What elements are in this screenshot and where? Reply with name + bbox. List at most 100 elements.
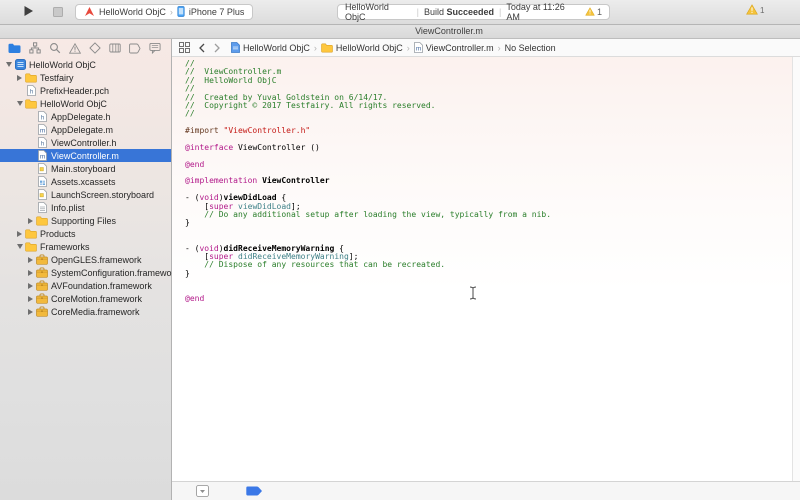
tab-title[interactable]: ViewController.m — [415, 26, 483, 36]
toolbar: HelloWorld ObjC › iPhone 7 Plus HelloWor… — [0, 0, 800, 25]
tree-item-label: AVFoundation.framework — [51, 281, 152, 291]
breakpoint-navigator-icon[interactable] — [128, 42, 141, 55]
divider: | — [499, 7, 501, 17]
issue-navigator-icon[interactable] — [68, 42, 81, 55]
code-line[interactable]: @interface ViewController () — [185, 144, 793, 152]
tree-item-label: Supporting Files — [51, 216, 116, 226]
tree-item-label: HelloWorld ObjC — [40, 99, 107, 109]
file-h-icon: h — [24, 85, 38, 96]
file-m-icon: m — [35, 150, 49, 161]
code-area[interactable]: //// ViewController.m// HelloWorld ObjC/… — [172, 57, 793, 481]
code-line[interactable]: // Dispose of any resources that can be … — [185, 261, 793, 269]
navigator-sidebar: HelloWorld ObjCTestfairyhPrefixHeader.pc… — [0, 39, 172, 500]
disclosure-triangle-icon[interactable] — [15, 244, 24, 249]
symbol-navigator-icon[interactable] — [28, 42, 41, 55]
code-line[interactable]: @implementation ViewController — [185, 177, 793, 185]
warning-count: 1 — [597, 7, 602, 17]
code-line[interactable]: // HelloWorld ObjC — [185, 77, 793, 85]
project-navigator-tree: HelloWorld ObjCTestfairyhPrefixHeader.pc… — [0, 57, 171, 318]
tree-item[interactable]: Main.storyboard — [0, 162, 171, 175]
vertical-scrollbar[interactable] — [792, 57, 800, 481]
breadcrumb-item[interactable]: mViewController.m — [414, 42, 494, 53]
warning-triangle-icon — [585, 7, 595, 18]
code-line[interactable] — [185, 228, 793, 236]
disclosure-triangle-icon[interactable] — [15, 75, 24, 81]
divider: | — [417, 7, 419, 17]
disclosure-triangle-icon[interactable] — [26, 218, 35, 224]
run-button[interactable] — [19, 4, 37, 20]
debug-area-toggle-icon[interactable] — [196, 485, 209, 497]
code-line[interactable]: // Copyright © 2017 Testfairy. All right… — [185, 102, 793, 110]
chevron-right-icon: › — [170, 7, 173, 17]
code-line[interactable]: // Do any additional setup after loading… — [185, 211, 793, 219]
forward-button[interactable] — [214, 43, 220, 53]
report-navigator-icon[interactable] — [148, 42, 161, 55]
debug-navigator-icon[interactable] — [108, 42, 121, 55]
project-icon — [13, 59, 27, 70]
disclosure-triangle-icon[interactable] — [4, 62, 13, 67]
disclosure-triangle-icon[interactable] — [26, 257, 35, 263]
device-icon — [177, 6, 185, 19]
tree-item[interactable]: Products — [0, 227, 171, 240]
toolbar-warning-indicator[interactable]: 1 — [746, 4, 764, 17]
tree-item[interactable]: Info.plist — [0, 201, 171, 214]
tree-item[interactable]: hViewController.h — [0, 136, 171, 149]
file-m-icon: m — [414, 42, 423, 53]
breadcrumb-item[interactable]: HelloWorld ObjC — [231, 42, 310, 53]
tree-item[interactable]: CoreMedia.framework — [0, 305, 171, 318]
code-line[interactable]: // — [185, 110, 793, 118]
scheme-selector[interactable]: HelloWorld ObjC › iPhone 7 Plus — [75, 4, 253, 20]
tree-item-label: OpenGLES.framework — [51, 255, 142, 265]
warning-count: 1 — [760, 6, 764, 15]
tree-item[interactable]: Testfairy — [0, 71, 171, 84]
disclosure-triangle-icon[interactable] — [26, 270, 35, 276]
status-warning[interactable]: 1 — [585, 7, 602, 18]
tree-item[interactable]: hAppDelegate.h — [0, 110, 171, 123]
tree-item[interactable]: Supporting Files — [0, 214, 171, 227]
code-line[interactable] — [185, 287, 793, 295]
stop-button[interactable] — [49, 4, 67, 20]
disclosure-triangle-icon[interactable] — [26, 283, 35, 289]
source-editor: HelloWorld ObjC›HelloWorld ObjC›mViewCon… — [172, 39, 800, 500]
jump-bar: HelloWorld ObjC›HelloWorld ObjC›mViewCon… — [172, 39, 800, 57]
tree-item[interactable]: LaunchScreen.storyboard — [0, 188, 171, 201]
tree-item[interactable]: HelloWorld ObjC — [0, 58, 171, 71]
tree-item[interactable]: hPrefixHeader.pch — [0, 84, 171, 97]
xcassets-icon — [35, 176, 49, 187]
tree-item[interactable]: Assets.xcassets — [0, 175, 171, 188]
disclosure-triangle-icon[interactable] — [26, 296, 35, 302]
find-navigator-icon[interactable] — [48, 42, 61, 55]
project-navigator-icon[interactable] — [8, 42, 21, 55]
code-line[interactable]: } — [185, 219, 793, 227]
chevron-right-icon: › — [314, 43, 317, 53]
breadcrumb: HelloWorld ObjC›HelloWorld ObjC›mViewCon… — [231, 42, 556, 53]
code-line[interactable]: @end — [185, 161, 793, 169]
code-line[interactable]: @end — [185, 295, 793, 303]
tree-item[interactable]: HelloWorld ObjC — [0, 97, 171, 110]
test-navigator-icon[interactable] — [88, 42, 101, 55]
breakpoint-tag-icon[interactable] — [246, 486, 263, 496]
breadcrumb-item[interactable]: HelloWorld ObjC — [321, 43, 403, 53]
tree-item[interactable]: mAppDelegate.m — [0, 123, 171, 136]
tree-item[interactable]: OpenGLES.framework — [0, 253, 171, 266]
framework-icon — [35, 293, 49, 304]
code-line[interactable]: #import "ViewController.h" — [185, 127, 793, 135]
disclosure-triangle-icon[interactable] — [15, 231, 24, 237]
tree-item-label: ViewController.h — [51, 138, 116, 148]
tree-item-label: Frameworks — [40, 242, 90, 252]
tree-item[interactable]: mViewController.m — [0, 149, 171, 162]
tree-item[interactable]: Frameworks — [0, 240, 171, 253]
code-line[interactable] — [185, 278, 793, 286]
related-items-icon[interactable] — [179, 42, 190, 53]
code-line[interactable]: } — [185, 270, 793, 278]
breadcrumb-item[interactable]: No Selection — [505, 43, 556, 53]
tree-item[interactable]: AVFoundation.framework — [0, 279, 171, 292]
status-time: Today at 11:26 AM — [506, 2, 580, 22]
disclosure-triangle-icon[interactable] — [15, 101, 24, 106]
tree-item[interactable]: CoreMotion.framework — [0, 292, 171, 305]
code-line[interactable] — [185, 152, 793, 160]
back-button[interactable] — [199, 43, 205, 53]
svg-text:m: m — [39, 154, 44, 161]
tree-item[interactable]: SystemConfiguration.framework — [0, 266, 171, 279]
disclosure-triangle-icon[interactable] — [26, 309, 35, 315]
